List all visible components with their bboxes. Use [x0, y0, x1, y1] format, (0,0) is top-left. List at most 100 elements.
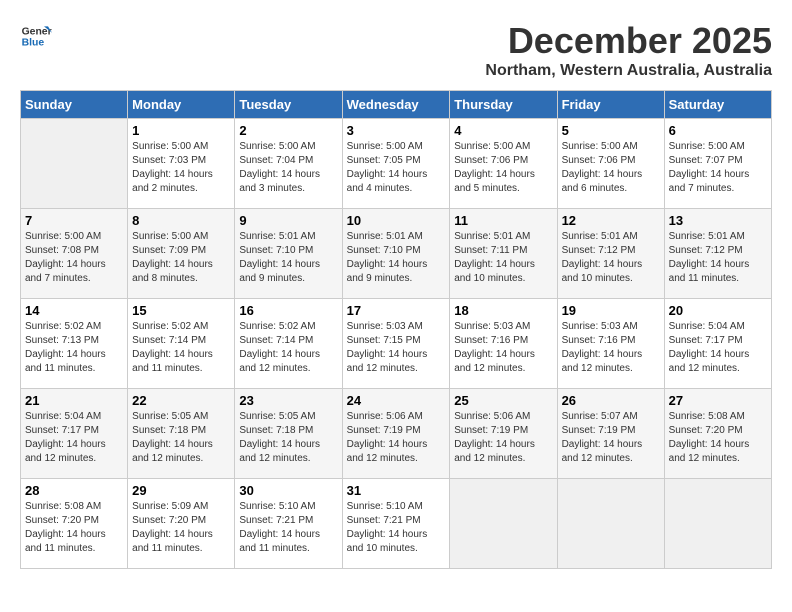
- day-info: Sunrise: 5:09 AMSunset: 7:20 PMDaylight:…: [132, 500, 230, 556]
- day-info: Sunrise: 5:00 AMSunset: 7:06 PMDaylight:…: [454, 140, 552, 196]
- calendar-table: Sunday Monday Tuesday Wednesday Thursday…: [20, 90, 772, 569]
- day-info: Sunrise: 5:02 AMSunset: 7:13 PMDaylight:…: [25, 320, 123, 376]
- day-info: Sunrise: 5:03 AMSunset: 7:16 PMDaylight:…: [562, 320, 660, 376]
- day-info: Sunrise: 5:06 AMSunset: 7:19 PMDaylight:…: [347, 410, 446, 466]
- day-number: 27: [669, 393, 767, 408]
- table-row: 10Sunrise: 5:01 AMSunset: 7:10 PMDayligh…: [342, 209, 450, 299]
- table-row: 30 Sunrise: 5:10 AMSunset: 7:21 PMDayligh…: [235, 479, 342, 569]
- day-number: 6: [669, 123, 767, 138]
- day-number: 31: [347, 483, 446, 498]
- day-info: Sunrise: 5:00 AMSunset: 7:09 PMDaylight:…: [132, 230, 230, 286]
- day-info: Sunrise: 5:02 AMSunset: 7:14 PMDaylight:…: [239, 320, 337, 376]
- table-row: 4 Sunrise: 5:00 AMSunset: 7:06 PMDaylight…: [450, 119, 557, 209]
- day-info: Sunrise: 5:02 AMSunset: 7:14 PMDaylight:…: [132, 320, 230, 376]
- day-number: 20: [669, 303, 767, 318]
- day-number: 2: [239, 123, 337, 138]
- table-row: 24 Sunrise: 5:06 AMSunset: 7:19 PMDayligh…: [342, 389, 450, 479]
- day-info: Sunrise: 5:00 AMSunset: 7:05 PMDaylight:…: [347, 140, 446, 196]
- day-info: Sunrise: 5:00 AMSunset: 7:07 PMDaylight:…: [669, 140, 767, 196]
- table-row: 1Sunrise: 5:00 AMSunset: 7:03 PMDaylight…: [128, 119, 235, 209]
- table-row: 7 Sunrise: 5:00 AMSunset: 7:08 PMDaylight…: [21, 209, 128, 299]
- table-row: 20 Sunrise: 5:04 AMSunset: 7:17 PMDayligh…: [664, 299, 771, 389]
- table-row: 3 Sunrise: 5:00 AMSunset: 7:05 PMDaylight…: [342, 119, 450, 209]
- calendar-subtitle: Northam, Western Australia, Australia: [485, 62, 772, 80]
- table-row: 12Sunrise: 5:01 AMSunset: 7:12 PMDayligh…: [557, 209, 664, 299]
- table-row: 9 Sunrise: 5:01 AMSunset: 7:10 PMDaylight…: [235, 209, 342, 299]
- table-row: 6 Sunrise: 5:00 AMSunset: 7:07 PMDaylight…: [664, 119, 771, 209]
- col-friday: Friday: [557, 91, 664, 119]
- svg-text:Blue: Blue: [22, 38, 45, 49]
- calendar-week-row: 7 Sunrise: 5:00 AMSunset: 7:08 PMDaylight…: [21, 209, 772, 299]
- table-row: [450, 479, 557, 569]
- day-number: 14: [25, 303, 123, 318]
- col-tuesday: Tuesday: [235, 91, 342, 119]
- day-number: 23: [239, 393, 337, 408]
- logo: General Blue: [20, 20, 52, 52]
- day-info: Sunrise: 5:00 AMSunset: 7:06 PMDaylight:…: [562, 140, 660, 196]
- table-row: [21, 119, 128, 209]
- calendar-week-row: 1Sunrise: 5:00 AMSunset: 7:03 PMDaylight…: [21, 119, 772, 209]
- day-info: Sunrise: 5:03 AMSunset: 7:16 PMDaylight:…: [454, 320, 552, 376]
- day-number: 8: [132, 213, 230, 228]
- day-info: Sunrise: 5:08 AMSunset: 7:20 PMDaylight:…: [25, 500, 123, 556]
- day-info: Sunrise: 5:00 AMSunset: 7:08 PMDaylight:…: [25, 230, 123, 286]
- table-row: 26 Sunrise: 5:07 AMSunset: 7:19 PMDayligh…: [557, 389, 664, 479]
- calendar-week-row: 14 Sunrise: 5:02 AMSunset: 7:13 PMDayligh…: [21, 299, 772, 389]
- day-number: 13: [669, 213, 767, 228]
- day-info: Sunrise: 5:01 AMSunset: 7:10 PMDaylight:…: [239, 230, 337, 286]
- table-row: 25 Sunrise: 5:06 AMSunset: 7:19 PMDayligh…: [450, 389, 557, 479]
- calendar-week-row: 21 Sunrise: 5:04 AMSunset: 7:17 PMDayligh…: [21, 389, 772, 479]
- col-thursday: Thursday: [450, 91, 557, 119]
- table-row: 15 Sunrise: 5:02 AMSunset: 7:14 PMDayligh…: [128, 299, 235, 389]
- day-number: 17: [347, 303, 446, 318]
- day-info: Sunrise: 5:04 AMSunset: 7:17 PMDaylight:…: [25, 410, 123, 466]
- table-row: 5 Sunrise: 5:00 AMSunset: 7:06 PMDaylight…: [557, 119, 664, 209]
- day-info: Sunrise: 5:07 AMSunset: 7:19 PMDaylight:…: [562, 410, 660, 466]
- table-row: 16Sunrise: 5:02 AMSunset: 7:14 PMDayligh…: [235, 299, 342, 389]
- day-number: 5: [562, 123, 660, 138]
- day-number: 7: [25, 213, 123, 228]
- table-row: 29Sunrise: 5:09 AMSunset: 7:20 PMDayligh…: [128, 479, 235, 569]
- header: General Blue December 2025 Northam, West…: [20, 20, 772, 80]
- day-info: Sunrise: 5:04 AMSunset: 7:17 PMDaylight:…: [669, 320, 767, 376]
- col-monday: Monday: [128, 91, 235, 119]
- day-number: 25: [454, 393, 552, 408]
- day-number: 3: [347, 123, 446, 138]
- day-number: 26: [562, 393, 660, 408]
- day-number: 4: [454, 123, 552, 138]
- table-row: 23 Sunrise: 5:05 AMSunset: 7:18 PMDayligh…: [235, 389, 342, 479]
- day-info: Sunrise: 5:01 AMSunset: 7:12 PMDaylight:…: [669, 230, 767, 286]
- day-number: 10: [347, 213, 446, 228]
- day-number: 24: [347, 393, 446, 408]
- table-row: 14 Sunrise: 5:02 AMSunset: 7:13 PMDayligh…: [21, 299, 128, 389]
- day-info: Sunrise: 5:08 AMSunset: 7:20 PMDaylight:…: [669, 410, 767, 466]
- day-number: 12: [562, 213, 660, 228]
- table-row: 31 Sunrise: 5:10 AMSunset: 7:21 PMDayligh…: [342, 479, 450, 569]
- logo-icon: General Blue: [20, 20, 52, 52]
- day-info: Sunrise: 5:00 AMSunset: 7:03 PMDaylight:…: [132, 140, 230, 196]
- table-row: 21 Sunrise: 5:04 AMSunset: 7:17 PMDayligh…: [21, 389, 128, 479]
- day-number: 22: [132, 393, 230, 408]
- table-row: 19 Sunrise: 5:03 AMSunset: 7:16 PMDayligh…: [557, 299, 664, 389]
- day-info: Sunrise: 5:10 AMSunset: 7:21 PMDaylight:…: [239, 500, 337, 556]
- calendar-week-row: 28 Sunrise: 5:08 AMSunset: 7:20 PMDayligh…: [21, 479, 772, 569]
- table-row: 8 Sunrise: 5:00 AMSunset: 7:09 PMDaylight…: [128, 209, 235, 299]
- day-number: 15: [132, 303, 230, 318]
- col-sunday: Sunday: [21, 91, 128, 119]
- day-number: 30: [239, 483, 337, 498]
- day-info: Sunrise: 5:05 AMSunset: 7:18 PMDaylight:…: [239, 410, 337, 466]
- day-number: 21: [25, 393, 123, 408]
- day-info: Sunrise: 5:06 AMSunset: 7:19 PMDaylight:…: [454, 410, 552, 466]
- day-info: Sunrise: 5:10 AMSunset: 7:21 PMDaylight:…: [347, 500, 446, 556]
- table-row: [664, 479, 771, 569]
- table-row: 28 Sunrise: 5:08 AMSunset: 7:20 PMDayligh…: [21, 479, 128, 569]
- table-row: 11Sunrise: 5:01 AMSunset: 7:11 PMDayligh…: [450, 209, 557, 299]
- day-number: 18: [454, 303, 552, 318]
- day-number: 28: [25, 483, 123, 498]
- calendar-header-row: Sunday Monday Tuesday Wednesday Thursday…: [21, 91, 772, 119]
- col-wednesday: Wednesday: [342, 91, 450, 119]
- day-info: Sunrise: 5:01 AMSunset: 7:11 PMDaylight:…: [454, 230, 552, 286]
- table-row: 22Sunrise: 5:05 AMSunset: 7:18 PMDayligh…: [128, 389, 235, 479]
- day-number: 19: [562, 303, 660, 318]
- day-number: 9: [239, 213, 337, 228]
